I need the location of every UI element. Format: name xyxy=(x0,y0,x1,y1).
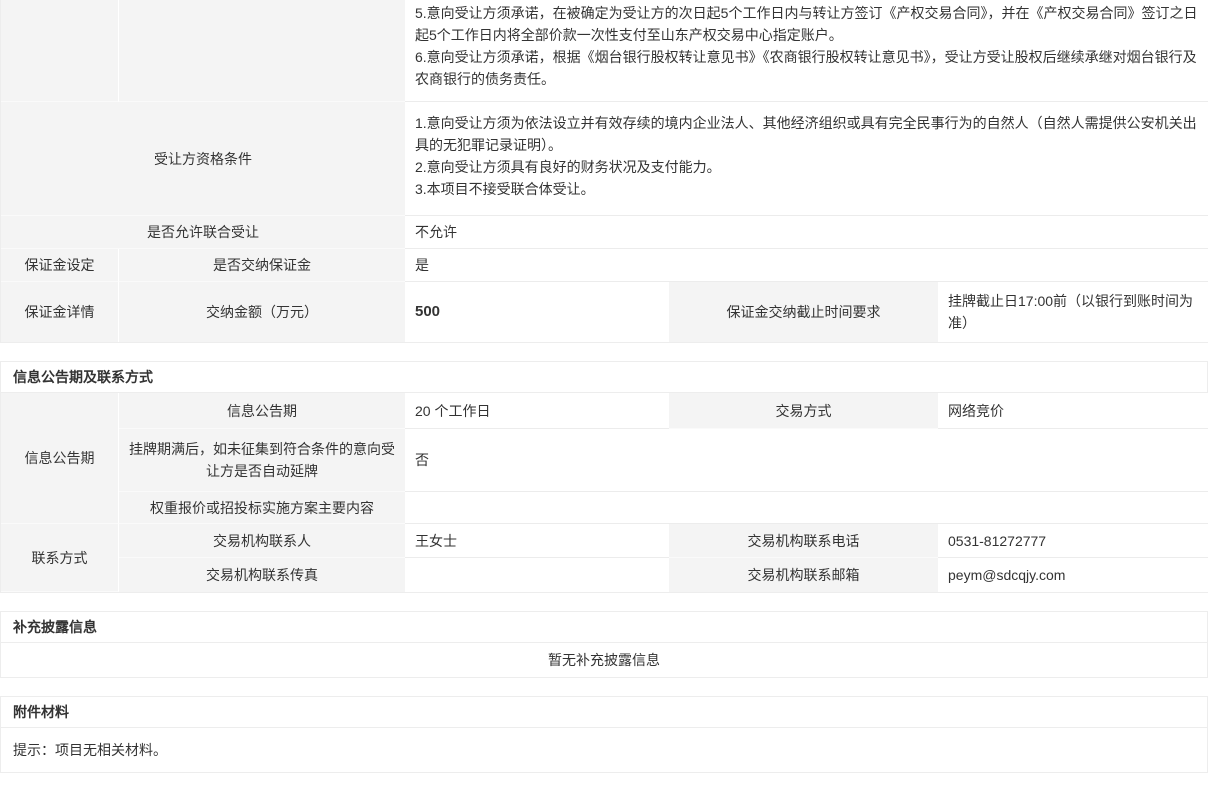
section-title-supplement: 补充披露信息 xyxy=(1,612,1207,643)
trade-method-value-cell: 网络竞价 xyxy=(938,393,1208,429)
joint-transfer-label-cell: 是否允许联合受让 xyxy=(1,216,405,249)
deposit-required-value-cell: 是 xyxy=(405,249,1208,282)
deposit-set-group-cell: 保证金设定 xyxy=(1,249,119,282)
commitments-content-cell: 5.意向受让方须承诺，在被确定为受让方的次日起5个工作日内与转让方签订《产权交易… xyxy=(405,0,1208,102)
deposit-detail-group-cell: 保证金详情 xyxy=(1,282,119,342)
qualification-label-cell: 受让方资格条件 xyxy=(1,102,405,216)
supplement-section: 补充披露信息 暂无补充披露信息 xyxy=(0,611,1208,678)
attachment-table: 提示：项目无相关材料。 xyxy=(1,728,1207,772)
announcement-contact-table: 信息公告期 信息公告期 20 个工作日 交易方式 网络竞价 挂牌期满后，如未征集… xyxy=(1,393,1208,592)
supplement-table: 暂无补充披露信息 xyxy=(1,643,1207,677)
bidding-plan-label-cell: 权重报价或招投标实施方案主要内容 xyxy=(119,492,405,524)
commitments-label-cell xyxy=(119,0,405,102)
deposit-required-label-cell: 是否交纳保证金 xyxy=(119,249,405,282)
table-row: 5.意向受让方须承诺，在被确定为受让方的次日起5个工作日内与转让方签订《产权交易… xyxy=(1,0,1208,102)
contact-fax-value-cell xyxy=(405,558,669,592)
deposit-amount-label-cell: 交纳金额（万元） xyxy=(119,282,405,342)
announcement-contact-section: 信息公告期及联系方式 信息公告期 信息公告期 20 个工作日 交易方式 网络竞价… xyxy=(0,361,1208,593)
contact-phone-label-cell: 交易机构联系电话 xyxy=(669,524,938,558)
table-row: 保证金设定 是否交纳保证金 是 xyxy=(1,249,1208,282)
table-row: 提示：项目无相关材料。 xyxy=(1,728,1207,772)
qualification-content-cell: 1.意向受让方须为依法设立并有效存续的境内企业法人、其他经济组织或具有完全民事行… xyxy=(405,102,1208,216)
attachment-note-cell: 提示：项目无相关材料。 xyxy=(1,728,1207,772)
transfer-conditions-table: 5.意向受让方须承诺，在被确定为受让方的次日起5个工作日内与转让方签订《产权交易… xyxy=(1,0,1208,342)
section-title-attachment: 附件材料 xyxy=(1,697,1207,728)
contact-group-cell: 联系方式 xyxy=(1,524,119,592)
deposit-deadline-label-cell: 保证金交纳截止时间要求 xyxy=(669,282,938,342)
deposit-amount-value-cell: 500 xyxy=(405,282,669,342)
table-row: 是否允许联合受让 不允许 xyxy=(1,216,1208,249)
listing-detail-page: 5.意向受让方须承诺，在被确定为受让方的次日起5个工作日内与转让方签订《产权交易… xyxy=(0,0,1208,773)
attachment-section: 附件材料 提示：项目无相关材料。 xyxy=(0,696,1208,773)
joint-transfer-value-cell: 不允许 xyxy=(405,216,1208,249)
auto-extension-label-cell: 挂牌期满后，如未征集到符合条件的意向受让方是否自动延牌 xyxy=(119,429,405,492)
table-row: 受让方资格条件 1.意向受让方须为依法设立并有效存续的境内企业法人、其他经济组织… xyxy=(1,102,1208,216)
section-title-announcement: 信息公告期及联系方式 xyxy=(1,362,1207,393)
announcement-period-value-cell: 20 个工作日 xyxy=(405,393,669,429)
deposit-deadline-value-cell: 挂牌截止日17:00前（以银行到账时间为准） xyxy=(938,282,1208,342)
bidding-plan-value-cell xyxy=(405,492,1208,524)
table-row: 挂牌期满后，如未征集到符合条件的意向受让方是否自动延牌 否 xyxy=(1,429,1208,492)
contact-email-label-cell: 交易机构联系邮箱 xyxy=(669,558,938,592)
table-row: 信息公告期 信息公告期 20 个工作日 交易方式 网络竞价 xyxy=(1,393,1208,429)
announcement-period-label-cell: 信息公告期 xyxy=(119,393,405,429)
contact-person-label-cell: 交易机构联系人 xyxy=(119,524,405,558)
contact-email-value-cell: peym@sdcqjy.com xyxy=(938,558,1208,592)
trade-method-label-cell: 交易方式 xyxy=(669,393,938,429)
contact-person-value-cell: 王女士 xyxy=(405,524,669,558)
table-row: 交易机构联系传真 交易机构联系邮箱 peym@sdcqjy.com xyxy=(1,558,1208,592)
announcement-group-cell: 信息公告期 xyxy=(1,393,119,524)
contact-phone-value-cell: 0531-81272777 xyxy=(938,524,1208,558)
table-row: 权重报价或招投标实施方案主要内容 xyxy=(1,492,1208,524)
transfer-conditions-section: 5.意向受让方须承诺，在被确定为受让方的次日起5个工作日内与转让方签订《产权交易… xyxy=(0,0,1208,343)
supplement-empty-cell: 暂无补充披露信息 xyxy=(1,643,1207,677)
table-row: 暂无补充披露信息 xyxy=(1,643,1207,677)
commitments-group-cell xyxy=(1,0,119,102)
contact-fax-label-cell: 交易机构联系传真 xyxy=(119,558,405,592)
auto-extension-value-cell: 否 xyxy=(405,429,1208,492)
table-row: 联系方式 交易机构联系人 王女士 交易机构联系电话 0531-81272777 xyxy=(1,524,1208,558)
table-row: 保证金详情 交纳金额（万元） 500 保证金交纳截止时间要求 挂牌截止日17:0… xyxy=(1,282,1208,342)
